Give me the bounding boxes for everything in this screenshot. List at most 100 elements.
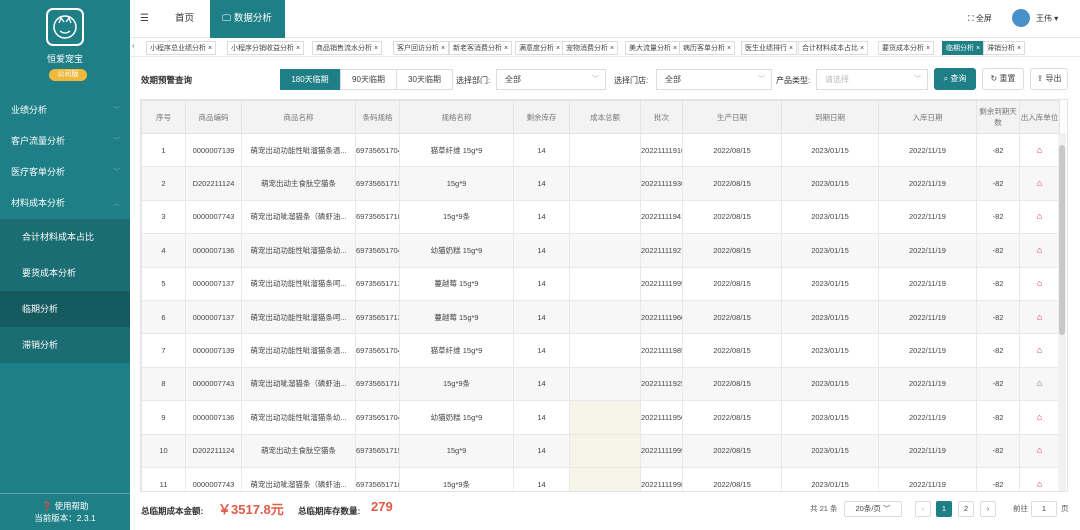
chevron-down-icon: ﹀ — [113, 138, 120, 145]
close-icon[interactable]: × — [924, 45, 930, 52]
tab-item[interactable]: 小程序总业绩分析 × — [146, 41, 217, 55]
warehouse-icon[interactable]: ⌂ — [1019, 233, 1060, 268]
sidebar-item-material-cost[interactable]: 材料成本分析 ︿ — [0, 188, 130, 219]
table-scrollbar[interactable] — [1058, 133, 1066, 491]
nav-home[interactable]: 首页 — [175, 0, 194, 38]
table-row[interactable]: 80000007743萌宠出动呲溜猫条（磷虾油...69735651718571… — [141, 366, 1060, 402]
warehouse-icon[interactable]: ⌂ — [1019, 366, 1060, 402]
avatar[interactable] — [1012, 9, 1030, 27]
tab-item[interactable]: 宠物消费分析 × — [562, 41, 619, 55]
sidebar-item-expiry[interactable]: 临期分析 — [0, 291, 130, 327]
cell-name: 萌宠出动功能性呲溜猫条幼... — [241, 233, 356, 268]
close-icon[interactable]: × — [1015, 45, 1021, 52]
warehouse-icon[interactable]: ⌂ — [1019, 132, 1060, 168]
user-menu[interactable]: 王伟 ▾ — [1036, 13, 1058, 24]
tab-item[interactable]: 临期分析 × — [942, 41, 985, 55]
warehouse-icon[interactable]: ⌂ — [1019, 299, 1060, 335]
warehouse-icon[interactable]: ⌂ — [1019, 199, 1060, 235]
chevron-left-icon: ‹ — [921, 504, 925, 513]
edition-badge: 公司版 — [49, 69, 87, 81]
tab-item[interactable]: 客户回访分析 × — [393, 41, 450, 55]
cell-no: 11 — [141, 466, 186, 491]
cell-barcode: 6973565170492 — [355, 132, 400, 168]
warehouse-icon[interactable]: ⌂ — [1019, 466, 1060, 491]
warehouse-icon[interactable]: ⌂ — [1019, 433, 1060, 468]
close-icon[interactable]: × — [608, 45, 614, 52]
sidebar-item-slow-moving[interactable]: 滞销分析 — [0, 327, 130, 363]
table-row[interactable]: 60000007137萌宠出动功能性呲溜猫条呵...6973565171321蔓… — [141, 299, 1060, 335]
close-icon[interactable]: × — [206, 45, 212, 52]
close-icon[interactable]: × — [725, 45, 731, 52]
close-icon[interactable]: × — [372, 45, 378, 52]
close-icon[interactable]: × — [554, 45, 560, 52]
help-link[interactable]: ❓ 使用帮助 — [0, 500, 130, 512]
period-90[interactable]: 90天临期 — [340, 69, 397, 90]
goto-page-input[interactable]: 1 — [1031, 501, 1057, 517]
type-select[interactable]: 请选择 ﹀ — [816, 69, 928, 90]
sidebar-item-medical[interactable]: 医疗客单分析 ﹀ — [0, 157, 130, 188]
sidebar-item-traffic[interactable]: 客户流量分析 ﹀ — [0, 126, 130, 157]
chevron-left-icon[interactable]: ‹ — [132, 41, 135, 50]
page-1-button[interactable]: 1 — [936, 501, 952, 517]
tab-item[interactable]: 要货成本分析 × — [878, 41, 935, 55]
column-header: 条码规格 — [355, 100, 400, 134]
dept-select[interactable]: 全部 ﹀ — [496, 69, 606, 90]
sidebar-item-performance[interactable]: 业绩分析 ﹀ — [0, 95, 130, 126]
table-row[interactable]: 50000007137萌宠出动功能性呲溜猫条呵...6973565171321蔓… — [141, 266, 1060, 301]
reset-button[interactable]: ↻ 重置 — [982, 68, 1024, 90]
table-row[interactable]: 70000007139萌宠出动功能性呲溜猫条温...6973565170492猫… — [141, 333, 1060, 368]
table-row[interactable]: 10000007139萌宠出动功能性呲溜猫条温...6973565170492猫… — [141, 132, 1060, 168]
close-icon[interactable]: × — [858, 45, 864, 52]
next-page-button[interactable]: › — [980, 501, 996, 517]
export-button[interactable]: ⇪ 导出 — [1030, 68, 1068, 90]
store-label: 选择门店: — [614, 76, 649, 85]
cell-prod: 2022/08/15 — [682, 333, 782, 368]
cell-name: 萌宠出动呲溜猫条（磷虾油... — [241, 366, 356, 402]
tab-item[interactable]: 滞销分析 × — [983, 41, 1026, 55]
cell-spec: 猫草纤维 15g*9 — [399, 132, 514, 168]
prev-page-button[interactable]: ‹ — [915, 501, 931, 517]
close-icon[interactable]: × — [294, 45, 300, 52]
tab-item[interactable]: 病历客单分析 × — [679, 41, 736, 55]
page-2-button[interactable]: 2 — [958, 501, 974, 517]
tab-item[interactable]: 小程序分销收益分析 × — [227, 41, 305, 55]
tab-item[interactable]: 满意度分析 × — [515, 41, 565, 55]
tab-item[interactable]: 医生业绩排行 × — [741, 41, 798, 55]
store-select[interactable]: 全部 ﹀ — [656, 69, 772, 90]
table-row[interactable]: 110000007743萌宠出动呲溜猫条（磷虾油...6973565171857… — [141, 466, 1060, 491]
period-30[interactable]: 30天临期 — [396, 69, 453, 90]
sidebar-item-order-cost[interactable]: 要货成本分析 — [0, 255, 130, 291]
close-icon[interactable]: × — [787, 45, 793, 52]
table-row[interactable]: 90000007136萌宠出动功能性呲溜猫条幼...6973565170485幼… — [141, 400, 1060, 435]
nav-data-analysis[interactable]: 🖵 数据分析 — [210, 0, 285, 38]
table-row[interactable]: 40000007136萌宠出动功能性呲溜猫条幼...6973565170485幼… — [141, 233, 1060, 268]
menu-fold-icon[interactable]: ☰ — [140, 13, 149, 24]
query-button[interactable]: ⌕ 查询 — [934, 68, 976, 90]
sidebar-item-total-cost-ratio[interactable]: 合计材料成本占比 — [0, 219, 130, 255]
tab-item[interactable]: 合计材料成本占比 × — [798, 41, 869, 55]
column-header: 剩余库存 — [513, 100, 570, 134]
refresh-icon: ↻ — [990, 74, 998, 83]
table-row[interactable]: 2D202211124萌宠出动主食肽空猫条697356517157415g*91… — [141, 166, 1060, 201]
fullscreen-button[interactable]: ⛶ 全屏 — [968, 13, 992, 24]
cell-inbound: 2022/11/19 — [878, 466, 977, 491]
table-row[interactable]: 10D202211124萌宠出动主食肽空猫条697356517157415g*9… — [141, 433, 1060, 468]
warehouse-icon[interactable]: ⌂ — [1019, 333, 1060, 368]
cell-cost — [569, 366, 641, 402]
cell-no: 2 — [141, 166, 186, 201]
close-icon[interactable]: × — [974, 45, 980, 52]
close-icon[interactable]: × — [502, 45, 508, 52]
warehouse-icon[interactable]: ⌂ — [1019, 166, 1060, 201]
scrollbar-thumb[interactable] — [1059, 145, 1065, 335]
tab-item[interactable]: 美大流量分析 × — [625, 41, 682, 55]
period-180[interactable]: 180天临期 — [280, 69, 340, 90]
table-row[interactable]: 30000007743萌宠出动呲溜猫条（磷虾油...69735651718571… — [141, 199, 1060, 235]
cell-inbound: 2022/11/19 — [878, 199, 977, 235]
warehouse-icon[interactable]: ⌂ — [1019, 266, 1060, 301]
close-icon[interactable]: × — [439, 45, 445, 52]
tab-item[interactable]: 新老客消费分析 × — [449, 41, 513, 55]
tab-item[interactable]: 商品销售流水分析 × — [312, 41, 383, 55]
close-icon[interactable]: × — [671, 45, 677, 52]
warehouse-icon[interactable]: ⌂ — [1019, 400, 1060, 435]
page-size-select[interactable]: 20条/页 ﹀ — [844, 501, 902, 517]
